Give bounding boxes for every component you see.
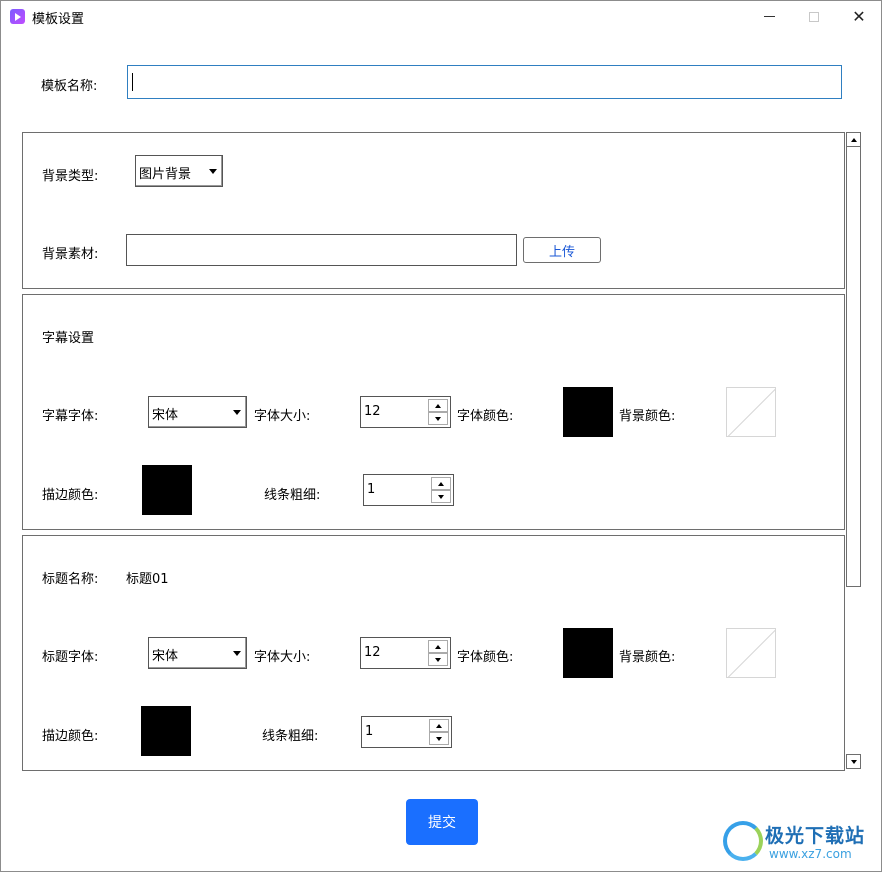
title-size-stepper[interactable]: 12 bbox=[360, 637, 451, 669]
decrement-button[interactable] bbox=[429, 732, 449, 745]
subtitle-size-stepper[interactable]: 12 bbox=[360, 396, 451, 428]
subtitle-stroke-color-swatch[interactable] bbox=[142, 465, 192, 515]
subtitle-bg-color-label: 背景颜色: bbox=[619, 409, 676, 424]
subtitle-line-width-stepper[interactable]: 1 bbox=[363, 474, 454, 506]
subtitle-font-color-label: 字体颜色: bbox=[457, 409, 514, 424]
dropdown-arrow-icon bbox=[233, 410, 241, 415]
increment-button[interactable] bbox=[429, 719, 449, 732]
close-button[interactable]: ✕ bbox=[836, 1, 882, 32]
title-size-value: 12 bbox=[364, 645, 381, 660]
title-panel: 标题名称: 标题01 标题字体: 宋体 字体大小: 12 字体颜色: 背景颜色:… bbox=[22, 535, 845, 771]
subtitle-size-label: 字体大小: bbox=[254, 409, 311, 424]
arrow-up-icon bbox=[435, 403, 441, 408]
background-type-label: 背景类型: bbox=[42, 169, 99, 184]
arrow-up-icon bbox=[850, 137, 857, 142]
subtitle-panel: 字幕设置 字幕字体: 宋体 字体大小: 12 字体颜色: 背景颜色: 描边颜色:… bbox=[22, 294, 845, 530]
scroll-up-button[interactable] bbox=[846, 132, 861, 147]
arrow-down-icon bbox=[435, 657, 441, 662]
subtitle-line-width-value: 1 bbox=[367, 482, 376, 497]
subtitle-font-value: 宋体 bbox=[152, 408, 179, 423]
subtitle-size-value: 12 bbox=[364, 404, 381, 419]
arrow-down-icon bbox=[436, 736, 442, 741]
increment-button[interactable] bbox=[431, 477, 451, 490]
minimize-icon bbox=[763, 16, 775, 17]
background-material-input[interactable] bbox=[126, 234, 517, 266]
subtitle-line-width-label: 线条粗细: bbox=[264, 488, 321, 503]
background-panel: 背景类型: 图片背景 背景素材: 上传 bbox=[22, 132, 845, 289]
title-font-label: 标题字体: bbox=[42, 650, 99, 665]
template-settings-window: 模板设置 ✕ 模板名称: 背景类型: 图片背景 背景素材: 上传 字幕设置 字幕… bbox=[0, 0, 882, 872]
arrow-down-icon bbox=[850, 759, 857, 764]
dropdown-arrow-icon bbox=[233, 651, 241, 656]
watermark: 极光下载站 www.xz7.com bbox=[723, 819, 882, 865]
increment-button[interactable] bbox=[428, 640, 448, 653]
title-font-color-label: 字体颜色: bbox=[457, 650, 514, 665]
title-line-width-value: 1 bbox=[365, 724, 374, 739]
subtitle-section-title: 字幕设置 bbox=[42, 331, 95, 346]
title-font-value: 宋体 bbox=[152, 649, 179, 664]
subtitle-font-color-swatch[interactable] bbox=[563, 387, 613, 437]
arrow-up-icon bbox=[438, 481, 444, 486]
minimize-button[interactable] bbox=[746, 1, 792, 32]
decrement-button[interactable] bbox=[431, 490, 451, 503]
title-font-select[interactable]: 宋体 bbox=[148, 637, 247, 669]
maximize-icon bbox=[809, 11, 819, 22]
title-line-width-stepper[interactable]: 1 bbox=[361, 716, 452, 748]
title-size-label: 字体大小: bbox=[254, 650, 311, 665]
title-name-label: 标题名称: bbox=[42, 572, 99, 587]
title-font-color-swatch[interactable] bbox=[563, 628, 613, 678]
title-stroke-color-swatch[interactable] bbox=[141, 706, 191, 756]
subtitle-stroke-color-label: 描边颜色: bbox=[42, 488, 99, 503]
decrement-button[interactable] bbox=[428, 412, 448, 425]
arrow-up-icon bbox=[436, 723, 442, 728]
arrow-down-icon bbox=[435, 416, 441, 421]
scrollbar-thumb[interactable] bbox=[846, 147, 861, 587]
watermark-title: 极光下载站 bbox=[765, 825, 866, 847]
window-title: 模板设置 bbox=[32, 12, 85, 27]
vertical-scrollbar[interactable] bbox=[845, 132, 862, 772]
template-name-label: 模板名称: bbox=[41, 79, 98, 94]
title-stroke-color-label: 描边颜色: bbox=[42, 729, 99, 744]
template-name-input[interactable] bbox=[127, 65, 842, 99]
background-type-select[interactable]: 图片背景 bbox=[135, 155, 223, 187]
submit-button[interactable]: 提交 bbox=[406, 799, 478, 845]
arrow-down-icon bbox=[438, 494, 444, 499]
arrow-up-icon bbox=[435, 644, 441, 649]
dropdown-arrow-icon bbox=[209, 169, 217, 174]
background-material-label: 背景素材: bbox=[42, 247, 99, 262]
title-name-value: 标题01 bbox=[126, 572, 169, 587]
maximize-button[interactable] bbox=[791, 1, 837, 32]
close-icon: ✕ bbox=[852, 7, 866, 26]
text-caret bbox=[132, 73, 133, 91]
subtitle-font-select[interactable]: 宋体 bbox=[148, 396, 247, 428]
title-line-width-label: 线条粗细: bbox=[262, 729, 319, 744]
title-bg-color-swatch[interactable] bbox=[726, 628, 776, 678]
watermark-logo-icon bbox=[723, 821, 763, 861]
scroll-down-button[interactable] bbox=[846, 754, 861, 769]
watermark-url: www.xz7.com bbox=[769, 847, 852, 861]
submit-button-label: 提交 bbox=[428, 815, 456, 831]
subtitle-bg-color-swatch[interactable] bbox=[726, 387, 776, 437]
decrement-button[interactable] bbox=[428, 653, 448, 666]
title-bg-color-label: 背景颜色: bbox=[619, 650, 676, 665]
title-bar[interactable]: 模板设置 ✕ bbox=[1, 1, 881, 32]
upload-button-label: 上传 bbox=[548, 244, 575, 260]
background-type-value: 图片背景 bbox=[139, 167, 192, 182]
app-icon bbox=[10, 9, 25, 24]
increment-button[interactable] bbox=[428, 399, 448, 412]
upload-button[interactable]: 上传 bbox=[523, 237, 601, 263]
subtitle-font-label: 字幕字体: bbox=[42, 409, 99, 424]
